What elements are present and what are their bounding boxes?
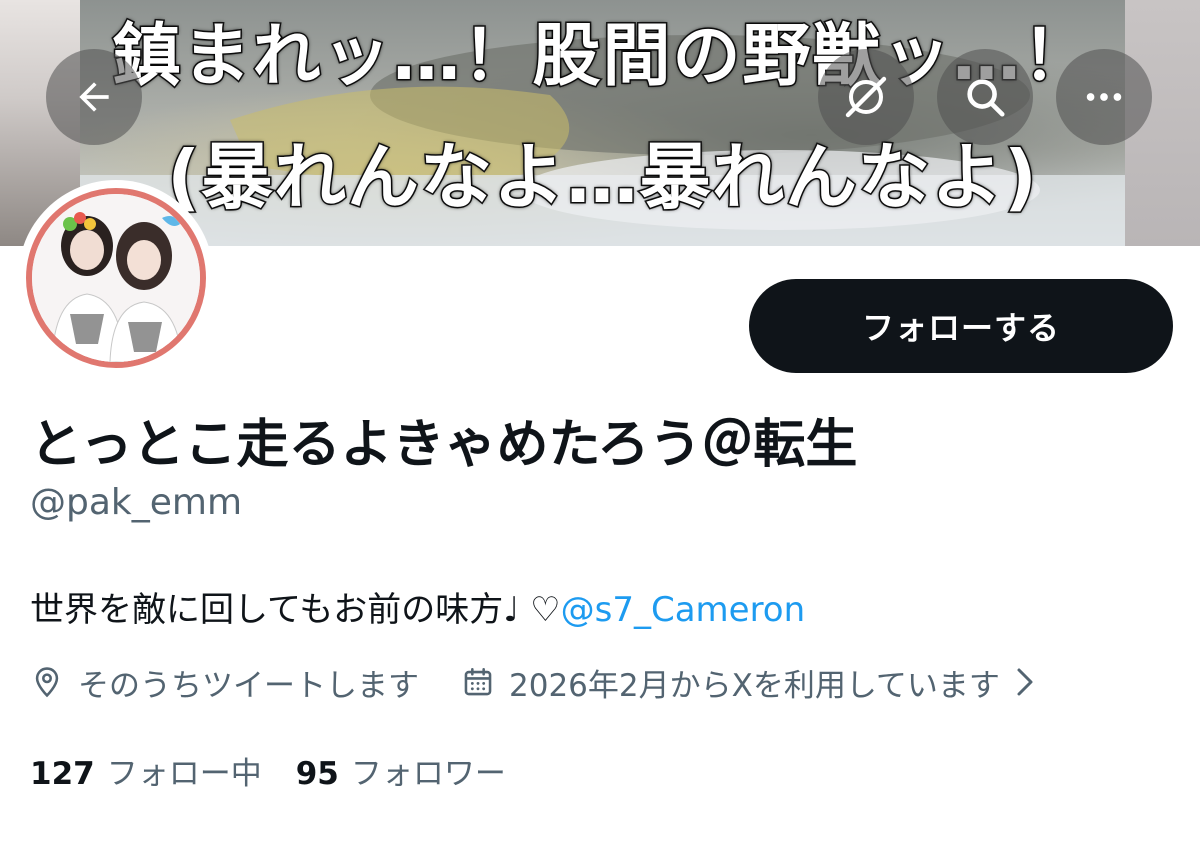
arrow-left-icon xyxy=(79,82,109,112)
more-options-button[interactable] xyxy=(1056,49,1152,145)
user-handle: @pak_emm xyxy=(30,482,243,523)
chevron-right-icon xyxy=(1014,667,1036,697)
search-button[interactable] xyxy=(937,49,1033,145)
more-icon xyxy=(1086,93,1122,101)
following-count: 127 xyxy=(30,755,95,792)
bio-text: 世界を敵に回してもお前の味方♩ ♡ xyxy=(30,590,561,630)
grok-icon xyxy=(845,76,887,118)
follow-button[interactable]: フォローする xyxy=(749,279,1173,373)
followers-label: フォロワー xyxy=(350,755,506,792)
location-text: そのうちツイートします xyxy=(78,667,419,704)
avatar-photo xyxy=(32,194,200,362)
followers-link[interactable]: 95 フォロワー xyxy=(296,748,506,793)
followers-count: 95 xyxy=(295,755,339,792)
avatar-image xyxy=(26,188,206,368)
location-pin-icon xyxy=(30,665,64,699)
calendar-icon xyxy=(461,665,495,699)
display-name: とっとこ走るよきゃめたろう＠転生 xyxy=(30,415,858,475)
bio: 世界を敵に回してもお前の味方♩ ♡@s7_Cameron xyxy=(30,582,805,631)
search-icon xyxy=(967,79,1005,117)
following-link[interactable]: 127 フォロー中 xyxy=(30,748,262,793)
location-item: そのうちツイートします xyxy=(30,660,419,705)
follow-stats: 127 フォロー中 95 フォロワー xyxy=(30,748,506,792)
joined-item[interactable]: 2026年2月からXを利用しています xyxy=(461,660,1036,705)
profile-meta: そのうちツイートします 2026年2月からXを利用しています xyxy=(30,660,1036,704)
avatar[interactable] xyxy=(18,180,214,376)
profile-page: 鎮まれッ…！股間の野獣ッ…！ (暴れんなよ…暴れんなよ) フォローする とっとこ… xyxy=(0,0,1200,842)
bio-mention-link[interactable]: @s7_Cameron xyxy=(561,590,806,630)
back-button[interactable] xyxy=(46,49,142,145)
grok-button[interactable] xyxy=(818,49,914,145)
following-label: フォロー中 xyxy=(106,755,262,792)
joined-text: 2026年2月からXを利用しています xyxy=(509,667,1000,704)
